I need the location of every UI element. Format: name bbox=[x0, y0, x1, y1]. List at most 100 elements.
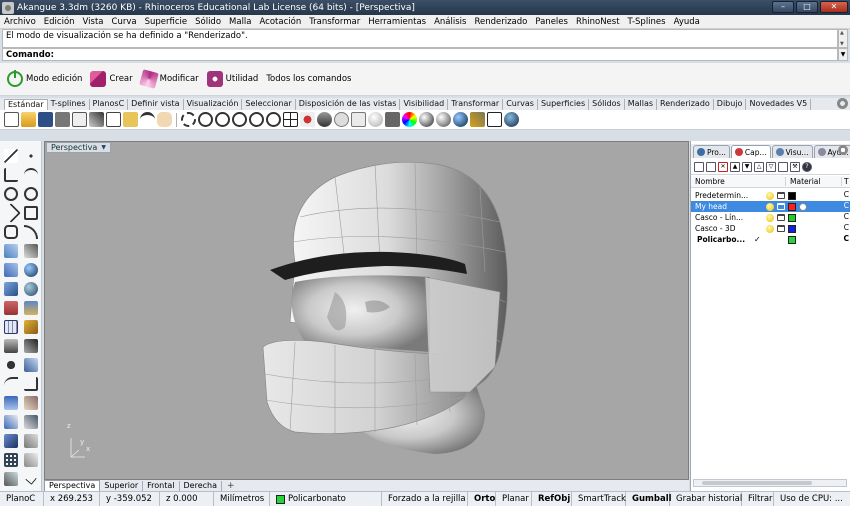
status-record-history-toggle[interactable]: Grabar historial bbox=[670, 492, 742, 506]
utility-button[interactable]: Utilidad bbox=[204, 71, 262, 87]
select-arrow-icon[interactable] bbox=[4, 149, 18, 163]
cage-icon[interactable] bbox=[4, 434, 18, 448]
tab-superior[interactable]: Superior bbox=[100, 480, 144, 491]
menu-tsplines[interactable]: T-Splines bbox=[624, 17, 670, 27]
layer-color-swatch[interactable] bbox=[788, 224, 796, 233]
menu-malla[interactable]: Malla bbox=[225, 17, 255, 27]
menu-curva[interactable]: Curva bbox=[108, 17, 141, 27]
menu-analisis[interactable]: Análisis bbox=[430, 17, 470, 27]
create-button[interactable]: Crear bbox=[87, 71, 135, 87]
new-layer-icon[interactable] bbox=[694, 161, 704, 172]
all-commands-button[interactable]: Todos los comandos bbox=[263, 74, 354, 84]
polyline-icon[interactable] bbox=[4, 168, 18, 182]
import-icon[interactable] bbox=[72, 112, 87, 127]
tab-derecha[interactable]: Derecha bbox=[180, 480, 223, 491]
history-icon[interactable] bbox=[4, 472, 18, 486]
status-planar-toggle[interactable]: Planar bbox=[496, 492, 532, 506]
layer-row[interactable]: My head C bbox=[691, 201, 850, 212]
tab-curvas[interactable]: Curvas bbox=[503, 99, 538, 110]
layer-row[interactable]: Casco - 3D C bbox=[691, 223, 850, 234]
point-icon[interactable] bbox=[24, 149, 38, 163]
copy-icon[interactable] bbox=[106, 112, 121, 127]
tab-tsplines[interactable]: T-splines bbox=[48, 99, 90, 110]
pan-hand-icon[interactable] bbox=[157, 112, 172, 127]
tab-perspectiva[interactable]: Perspectiva bbox=[44, 479, 101, 492]
grid-dots-icon[interactable] bbox=[4, 453, 18, 467]
maximize-button[interactable]: □ bbox=[796, 1, 818, 13]
triangle-icon[interactable] bbox=[1, 203, 21, 223]
lock-icon[interactable] bbox=[777, 192, 785, 199]
tab-superficies[interactable]: Superficies bbox=[538, 99, 590, 110]
array-icon[interactable] bbox=[24, 453, 38, 467]
menu-solido[interactable]: Sólido bbox=[191, 17, 225, 27]
status-ortho-toggle[interactable]: Orto bbox=[468, 492, 496, 506]
help-icon[interactable] bbox=[504, 112, 519, 127]
panel-options-gear-icon[interactable] bbox=[838, 145, 848, 155]
minimize-button[interactable]: – bbox=[772, 1, 794, 13]
new-sublayer-icon[interactable] bbox=[706, 161, 716, 172]
lock-icon[interactable] bbox=[777, 214, 785, 221]
viewport-label[interactable]: Perspectiva ▼ bbox=[46, 142, 111, 153]
mesh-icon[interactable] bbox=[4, 320, 18, 334]
split-icon[interactable] bbox=[24, 377, 38, 391]
visibility-bulb-icon[interactable] bbox=[766, 202, 774, 211]
material-sphere-icon[interactable] bbox=[799, 202, 807, 211]
status-gumball-toggle[interactable]: Gumball bbox=[626, 492, 672, 506]
tab-visibilidad[interactable]: Visibilidad bbox=[400, 99, 449, 110]
tab-seleccionar[interactable]: Seleccionar bbox=[242, 99, 296, 110]
analyze-icon[interactable] bbox=[24, 434, 38, 448]
tab-frontal[interactable]: Frontal bbox=[143, 480, 180, 491]
filter-icon[interactable]: ▽ bbox=[766, 161, 776, 172]
text-icon[interactable] bbox=[4, 339, 18, 353]
status-filter-toggle[interactable]: Filtrar bbox=[742, 492, 774, 506]
menu-vista[interactable]: Vista bbox=[79, 17, 108, 27]
layer-color-swatch[interactable] bbox=[788, 213, 796, 222]
tab-definir-vista[interactable]: Definir vista bbox=[128, 99, 184, 110]
sphere-icon[interactable] bbox=[24, 282, 38, 296]
cplane-icon[interactable] bbox=[351, 112, 366, 127]
tab-estandar[interactable]: Estándar bbox=[4, 99, 48, 110]
lock-icon[interactable] bbox=[777, 203, 785, 210]
status-osnap-toggle[interactable]: RefObj bbox=[532, 492, 572, 506]
column-material[interactable]: Material bbox=[786, 177, 842, 186]
menu-renderizado[interactable]: Renderizado bbox=[470, 17, 531, 27]
offset-curve-icon[interactable] bbox=[24, 244, 38, 258]
layer-help-icon[interactable]: ? bbox=[802, 161, 812, 172]
render-sphere-icon[interactable] bbox=[436, 112, 451, 127]
close-button[interactable]: ✕ bbox=[820, 1, 848, 13]
layer-row[interactable]: Casco - Lín... C bbox=[691, 212, 850, 223]
menu-edicion[interactable]: Edición bbox=[40, 17, 79, 27]
tools-icon[interactable]: ⚒ bbox=[790, 161, 800, 172]
tab-renderizado[interactable]: Renderizado bbox=[657, 99, 714, 110]
surface-icon[interactable] bbox=[4, 263, 18, 277]
tab-planosc[interactable]: PlanosC bbox=[90, 99, 129, 110]
menu-archivo[interactable]: Archivo bbox=[0, 17, 40, 27]
status-layer[interactable]: Policarbonato bbox=[270, 492, 382, 506]
menu-ayuda[interactable]: Ayuda bbox=[670, 17, 704, 27]
explode-icon[interactable] bbox=[24, 358, 38, 372]
status-smarttrack-toggle[interactable]: SmartTrack bbox=[572, 492, 626, 506]
scrollbar-thumb[interactable] bbox=[702, 481, 812, 485]
tab-novedades-v5[interactable]: Novedades V5 bbox=[746, 99, 812, 110]
column-name[interactable]: Nombre bbox=[691, 177, 786, 186]
rotate-icon[interactable] bbox=[24, 396, 38, 410]
zoom-all-icon[interactable] bbox=[266, 112, 281, 127]
cut-icon[interactable] bbox=[89, 112, 104, 127]
menu-transformar[interactable]: Transformar bbox=[305, 17, 364, 27]
menu-superficie[interactable]: Superficie bbox=[141, 17, 192, 27]
perspective-viewport[interactable]: Perspectiva ▼ z y x bbox=[44, 141, 689, 480]
color-wheel-icon[interactable] bbox=[402, 112, 417, 127]
layer-color-swatch[interactable] bbox=[788, 202, 796, 211]
circle-icon[interactable] bbox=[4, 187, 18, 201]
tab-display[interactable]: Visu... bbox=[771, 145, 813, 158]
polygon-icon[interactable] bbox=[4, 225, 18, 239]
move-icon[interactable] bbox=[4, 396, 18, 410]
paint-icon[interactable] bbox=[4, 358, 18, 372]
tab-solidos[interactable]: Sólidos bbox=[589, 99, 625, 110]
print-icon[interactable] bbox=[55, 112, 70, 127]
menu-acotacion[interactable]: Acotación bbox=[256, 17, 306, 27]
lock-icon[interactable] bbox=[777, 225, 785, 232]
paste-icon[interactable] bbox=[123, 112, 138, 127]
zoom-selected-icon[interactable] bbox=[249, 112, 264, 127]
curve-icon[interactable] bbox=[24, 168, 38, 182]
